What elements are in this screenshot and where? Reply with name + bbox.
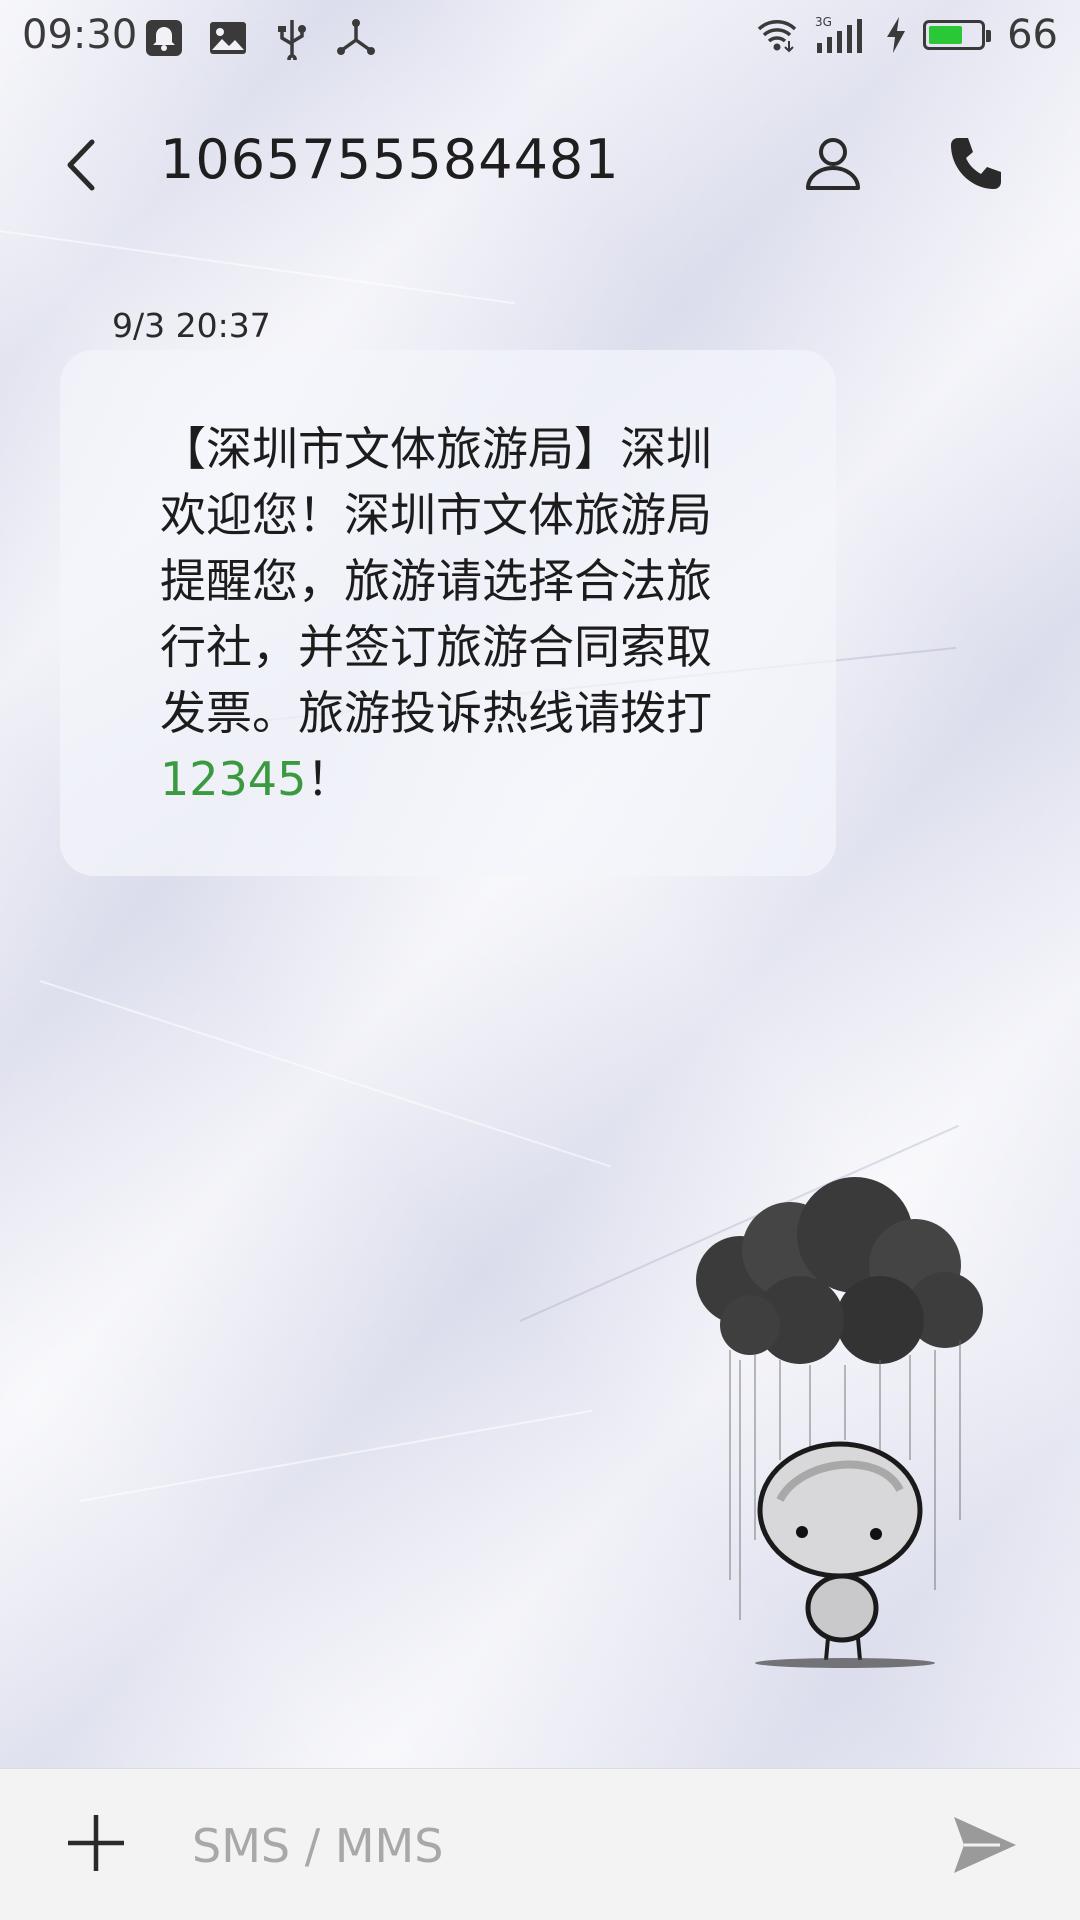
share-icon [337,19,375,55]
add-icon[interactable] [60,1807,132,1879]
phone-number-link[interactable]: 12345 [160,752,306,806]
contact-icon[interactable] [798,130,868,200]
send-icon[interactable] [948,1809,1020,1881]
back-icon[interactable] [48,130,118,200]
conversation-title: 1065755584481 [160,128,620,191]
message-line: 行社，并签订旅游合同索取 [160,620,712,674]
signal-icon: 3G [815,15,863,53]
storm-cloud [696,1177,983,1364]
charging-icon [887,17,906,53]
conversation-header: 1065755584481 [0,110,1080,220]
message-line: 发票。旅游投诉热线请拨打 [160,686,712,740]
network-type-label: 3G [815,15,832,29]
message-line: 欢迎您！深圳市文体旅游局 [160,488,712,542]
battery-icon [923,20,992,50]
sms-input[interactable] [190,1805,894,1887]
message-composer [0,1768,1080,1920]
paper-crease [39,980,611,1168]
message-line: 提醒您，旅游请选择合法旅 [160,554,712,608]
paper-crease [0,230,516,305]
sms-conversation-screen: 09:30 3G 66 1065755584481 9/3 20:37 【深圳市… [0,0,1080,1920]
rain-cloud-character-illustration [696,1177,983,1668]
status-bar: 09:30 3G 66 [0,0,1080,76]
wifi-icon [757,20,797,53]
usb-icon [278,20,306,60]
message-text: 【深圳市文体旅游局】深圳 欢迎您！深圳市文体旅游局 提醒您，旅游请选择合法旅 行… [160,416,760,812]
notification-icon [146,20,182,56]
paper-crease [79,1409,593,1502]
sad-character [755,1441,935,1668]
message-timestamp: 9/3 20:37 [112,306,271,345]
phone-icon[interactable] [940,130,1010,200]
status-time: 09:30 [22,12,138,58]
message-line: 【深圳市文体旅游局】深圳 [160,422,712,476]
message-line: 12345！ [160,746,760,812]
battery-level: 66 [1007,12,1058,58]
message-suffix: ！ [306,752,353,806]
image-icon [210,22,246,54]
battery-fill [929,26,963,44]
